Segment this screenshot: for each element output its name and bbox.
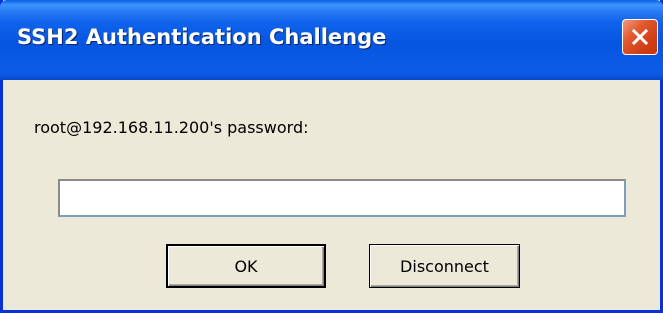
auth-dialog-window: SSH2 Authentication Challenge root@192.1… [0,0,663,313]
disconnect-button[interactable]: Disconnect [369,244,520,288]
window-title: SSH2 Authentication Challenge [17,25,387,49]
password-prompt-label: root@192.168.11.200's password: [34,118,309,137]
close-x-icon [631,28,649,46]
password-field[interactable] [58,179,626,217]
title-bar[interactable]: SSH2 Authentication Challenge [0,0,663,80]
ok-button[interactable]: OK [166,244,326,288]
dialog-body: root@192.168.11.200's password: OK Disco… [3,80,660,310]
close-button[interactable] [622,19,658,55]
